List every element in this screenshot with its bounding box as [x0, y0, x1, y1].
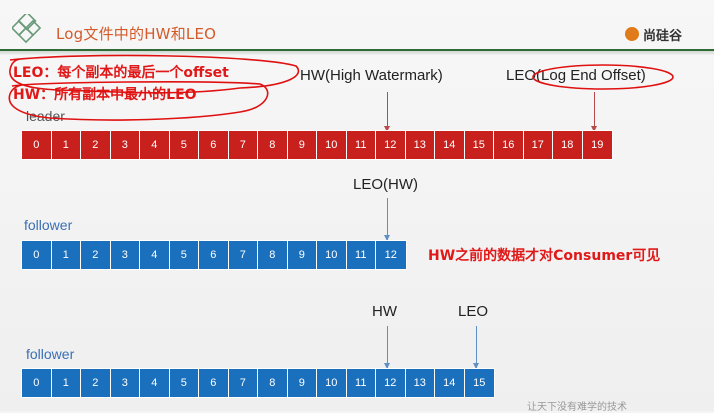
- handwritten-annotations: [8, 54, 674, 121]
- slide: Log文件中的HW和LEO 尚硅谷 LEO：每个副本的最后一个offset HW…: [0, 0, 714, 413]
